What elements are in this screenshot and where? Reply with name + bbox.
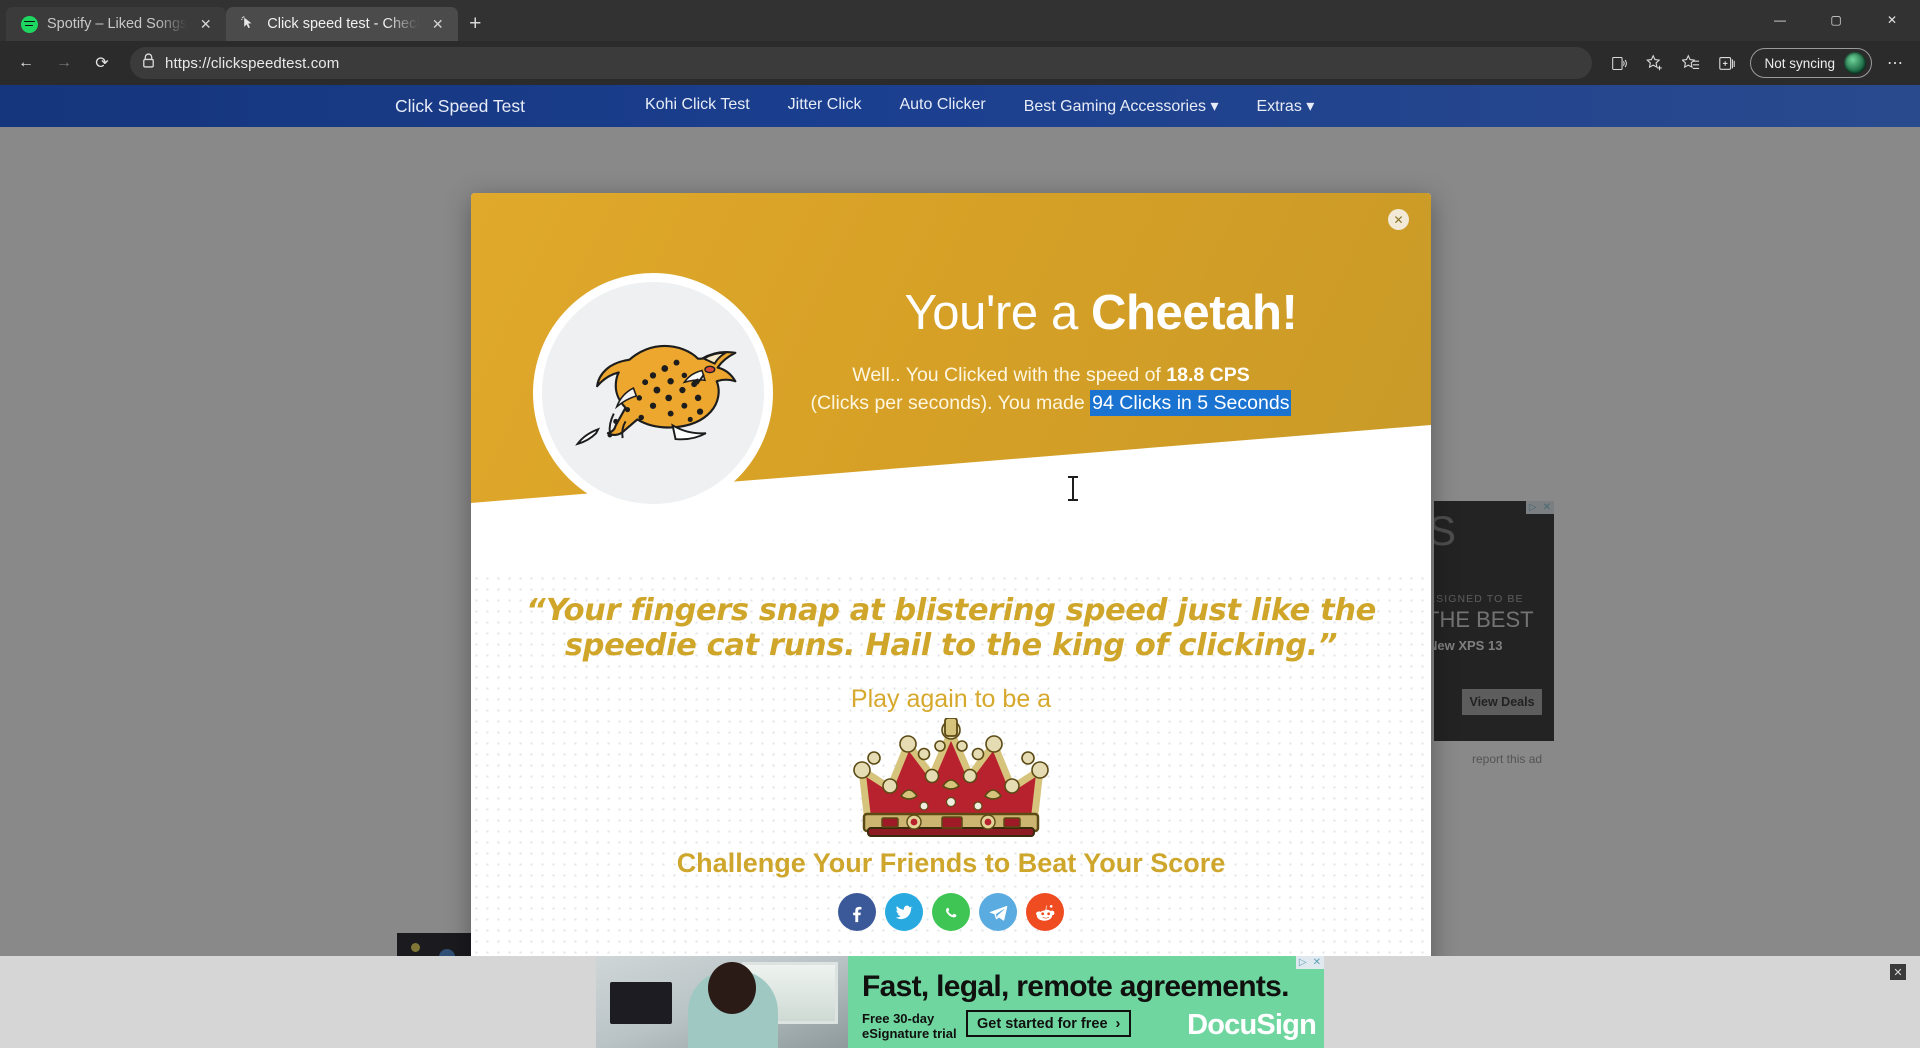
- selected-text-clicks: 94 Clicks in 5 Seconds: [1090, 390, 1292, 417]
- url-text: https://clickspeedtest.com: [165, 54, 340, 72]
- nav-link-auto-clicker[interactable]: Auto Clicker: [899, 96, 985, 116]
- challenge-heading: Challenge Your Friends to Beat Your Scor…: [676, 848, 1226, 878]
- result-line-2-prefix: (Clicks per seconds). You made: [810, 392, 1091, 415]
- result-subline: Well.. You Clicked with the speed of 18.…: [691, 361, 1411, 418]
- sync-status-button[interactable]: Not syncing: [1750, 48, 1872, 78]
- ad-banner-headline: Fast, legal, remote agreements.: [862, 970, 1290, 1003]
- page-title: You're a Cheetah!: [801, 285, 1401, 341]
- minimize-button[interactable]: —: [1752, 0, 1808, 40]
- ad-banner-trial: Free 30-day eSignature trial: [862, 1011, 957, 1042]
- avatar: [1844, 52, 1866, 74]
- result-quote: “Your fingers snap at blistering speed j…: [526, 593, 1376, 664]
- whatsapp-icon[interactable]: [932, 893, 970, 931]
- page-content: ACCURACY GAME Chrome auto-updates Chrome…: [0, 127, 1920, 1048]
- browser-toolbar: ← → ⟳ https://clickspeedtest.com Not syn…: [0, 41, 1920, 85]
- result-line-1: Well.. You Clicked with the speed of 18.…: [691, 361, 1411, 389]
- maximize-button[interactable]: ▢: [1808, 0, 1864, 40]
- forward-button[interactable]: →: [46, 45, 82, 81]
- sync-status-label: Not syncing: [1764, 55, 1835, 71]
- nav-link-kohi-click-test[interactable]: Kohi Click Test: [645, 96, 750, 116]
- close-icon[interactable]: ✕: [1388, 209, 1409, 230]
- site-navigation: Click Speed Test Kohi Click Test Jitter …: [0, 85, 1920, 127]
- page-viewport: Click Speed Test Kohi Click Test Jitter …: [0, 85, 1920, 1048]
- nav-link-jitter-click[interactable]: Jitter Click: [788, 96, 862, 116]
- facebook-icon[interactable]: [838, 893, 876, 931]
- result-line-2: (Clicks per seconds). You made 94 Clicks…: [691, 389, 1411, 417]
- collections-icon[interactable]: [1710, 46, 1744, 80]
- nav-link-best-gaming-accessories[interactable]: Best Gaming Accessories ▾: [1024, 96, 1219, 116]
- new-tab-button[interactable]: +: [458, 7, 492, 41]
- social-share-buttons: [471, 893, 1431, 931]
- browser-tab-spotify[interactable]: Spotify – Liked Songs ✕: [6, 7, 227, 41]
- telegram-icon[interactable]: [979, 893, 1017, 931]
- play-again-text: Play again to be a: [850, 685, 1052, 713]
- tab-close-button[interactable]: ✕: [196, 15, 215, 34]
- adchoices-badge-bottom[interactable]: ▷ ✕: [1295, 956, 1324, 969]
- address-bar[interactable]: https://clickspeedtest.com: [130, 47, 1593, 79]
- spotify-icon: [20, 15, 38, 33]
- settings-menu-button[interactable]: ⋯: [1878, 46, 1912, 80]
- reload-button[interactable]: ⟳: [84, 45, 120, 81]
- ad-trial-line1: Free 30-day: [862, 1011, 935, 1026]
- browser-tab-clickspeedtest[interactable]: Click speed test - Check Clicks per ✕: [226, 7, 459, 41]
- lock-icon: [142, 53, 155, 73]
- tab-title: Click speed test - Check Clicks per: [267, 16, 419, 32]
- get-started-button[interactable]: Get started for free ›: [966, 1010, 1132, 1037]
- cursor-icon: [240, 15, 258, 33]
- result-modal: ✕ You're a Cheetah! Well.. You Clicked w…: [471, 193, 1431, 988]
- result-line-1-prefix: Well.. You Clicked with the speed of: [852, 364, 1167, 386]
- toolbar-actions: Not syncing ⋯: [1602, 46, 1912, 80]
- site-nav-links: Kohi Click Test Jitter Click Auto Clicke…: [645, 96, 1314, 116]
- favorites-icon[interactable]: [1674, 46, 1708, 80]
- tab-strip: Spotify – Liked Songs ✕ Click speed test…: [0, 0, 1920, 41]
- ad-close-icon[interactable]: ✕: [1310, 956, 1324, 969]
- tab-title: Spotify – Liked Songs: [47, 16, 188, 32]
- adchoices-icon[interactable]: ▷: [1296, 956, 1310, 969]
- crown-icon: [846, 717, 1056, 838]
- reddit-icon[interactable]: [1026, 893, 1064, 931]
- browser-window: Spotify – Liked Songs ✕ Click speed test…: [0, 0, 1920, 1048]
- close-window-button[interactable]: ✕: [1864, 0, 1920, 40]
- site-brand[interactable]: Click Speed Test: [395, 96, 525, 117]
- text-cursor-icon: [1068, 476, 1078, 501]
- nav-link-extras[interactable]: Extras ▾: [1256, 96, 1314, 116]
- twitter-icon[interactable]: [885, 893, 923, 931]
- ad-trial-line2: eSignature trial: [862, 1025, 957, 1041]
- chevron-right-icon: ›: [1115, 1015, 1121, 1032]
- headline-strong: Cheetah!: [1091, 286, 1298, 340]
- banner-close-button[interactable]: ✕: [1890, 964, 1906, 980]
- docusign-logo: DocuSign: [1187, 1009, 1317, 1041]
- back-button[interactable]: ←: [8, 45, 44, 81]
- star-icon[interactable]: [1638, 46, 1672, 80]
- read-aloud-icon[interactable]: [1602, 46, 1636, 80]
- window-controls: — ▢ ✕: [1752, 0, 1920, 40]
- get-started-label: Get started for free: [977, 1015, 1108, 1032]
- ad-banner-photo: [596, 956, 848, 1048]
- headline-prefix: You're a: [904, 286, 1092, 340]
- ad-banner-content: Fast, legal, remote agreements. Free 30-…: [848, 956, 1324, 1048]
- result-cps-value: 18.8 CPS: [1166, 364, 1250, 386]
- ad-bottom-banner[interactable]: Fast, legal, remote agreements. Free 30-…: [596, 956, 1324, 1048]
- tab-close-button[interactable]: ✕: [428, 15, 447, 34]
